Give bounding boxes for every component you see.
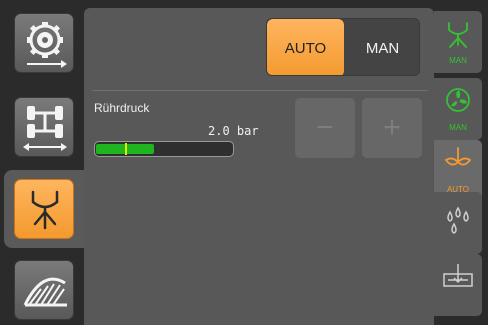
parameter-label: Rührdruck [94, 101, 150, 115]
tab-track-width[interactable] [14, 97, 74, 157]
increase-button[interactable]: + [362, 98, 422, 158]
tank-fill-icon [443, 264, 473, 287]
droplets-icon [447, 206, 469, 234]
agitator-spray-icon [31, 190, 59, 230]
wheel-icon [27, 22, 67, 68]
left-tab-strip [0, 0, 86, 325]
droplets-status[interactable] [434, 192, 482, 254]
decrease-button[interactable]: − [295, 98, 355, 158]
pressure-level-bar [94, 141, 234, 157]
axle-track-icon [23, 106, 67, 151]
tank-fill-status[interactable] [434, 254, 482, 316]
parameter-value: 2.0 bar [208, 124, 259, 138]
target-marker [125, 143, 127, 155]
main-panel: AUTO MAN Rührdruck 2.0 bar − + [84, 8, 434, 325]
tab-agitator[interactable] [14, 179, 74, 239]
spray-boom-icon [23, 277, 67, 307]
divider [92, 90, 428, 91]
mode-auto-button[interactable]: AUTO [267, 19, 344, 75]
fan-status[interactable]: MAN [434, 78, 482, 140]
mode-man-button[interactable]: MAN [344, 19, 419, 75]
tab-boom-section[interactable] [14, 260, 74, 320]
tab-wheel-settings[interactable] [14, 13, 74, 73]
fan-mode: MAN [449, 123, 467, 132]
mode-toggle: AUTO MAN [266, 18, 420, 76]
nozzle-spray-status[interactable]: MAN [434, 11, 482, 73]
right-status-strip: MAN MAN AUTO [434, 0, 488, 325]
nozzle-spray-mode: MAN [449, 56, 467, 65]
